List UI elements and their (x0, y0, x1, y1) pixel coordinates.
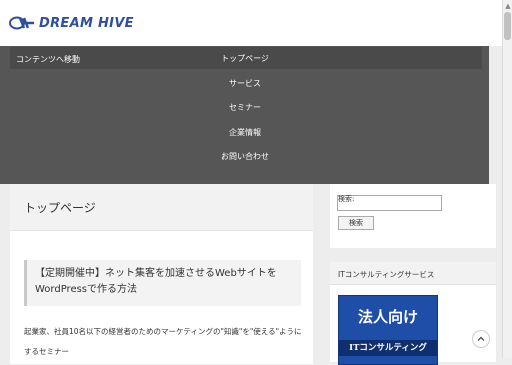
menu-item-contact[interactable]: お問い合わせ (185, 151, 305, 162)
scroll-thumb[interactable] (504, 12, 511, 40)
brand-name: DREAM HIVE (39, 15, 134, 31)
post-title[interactable]: 【定期開催中】ネット集客を加速させるWebサイトをWordPressで作る方法 (35, 266, 297, 298)
menu-item-seminar[interactable]: セミナー (185, 102, 305, 113)
scroll-up-arrow-icon[interactable]: ▲ (504, 2, 512, 10)
menu-item-company[interactable]: 企業情報 (185, 127, 305, 138)
search-button[interactable]: 検索 (338, 216, 374, 230)
search-label: 検索: (338, 195, 355, 203)
widget-title: ITコンサルティングサービス (338, 270, 435, 279)
widget-header: ITコンサルティングサービス (330, 262, 496, 285)
main-content: トップページ 【定期開催中】ネット集客を加速させるWebサイトをWordPres… (10, 184, 313, 364)
page-title: トップページ (24, 201, 96, 215)
scrollbar[interactable]: ▲ (502, 0, 512, 358)
banner-line-2: ITコンサルティング (339, 340, 437, 356)
it-consulting-banner[interactable]: 法人向け ITコンサルティング (338, 295, 438, 365)
site-header: DREAM HIVE (0, 0, 502, 46)
post-heading-box: 【定期開催中】ネット集客を加速させるWebサイトをWordPressで作る方法 (24, 260, 301, 306)
page-title-area: トップページ (10, 184, 313, 231)
sidebar-it-widget: ITコンサルティングサービス 法人向け ITコンサルティング (330, 262, 496, 365)
nav-menu-overlay (0, 46, 489, 184)
post-description: 起業家、社員10名以下の経営者のためのマーケティングの"知識"を"使える"ように… (24, 327, 302, 356)
skip-to-content-link[interactable]: コンテンツへ移動 (16, 54, 80, 65)
menu-item-service[interactable]: サービス (185, 78, 305, 89)
dh-logo-icon (9, 16, 34, 30)
chevron-up-icon (477, 336, 485, 341)
menu-item-top[interactable]: トップページ (185, 53, 305, 64)
site-logo[interactable]: DREAM HIVE (8, 14, 134, 32)
banner-line-1: 法人向け (357, 307, 418, 326)
sidebar-search-widget: 検索: 検索 (330, 184, 496, 248)
back-to-top-button[interactable] (472, 330, 490, 348)
